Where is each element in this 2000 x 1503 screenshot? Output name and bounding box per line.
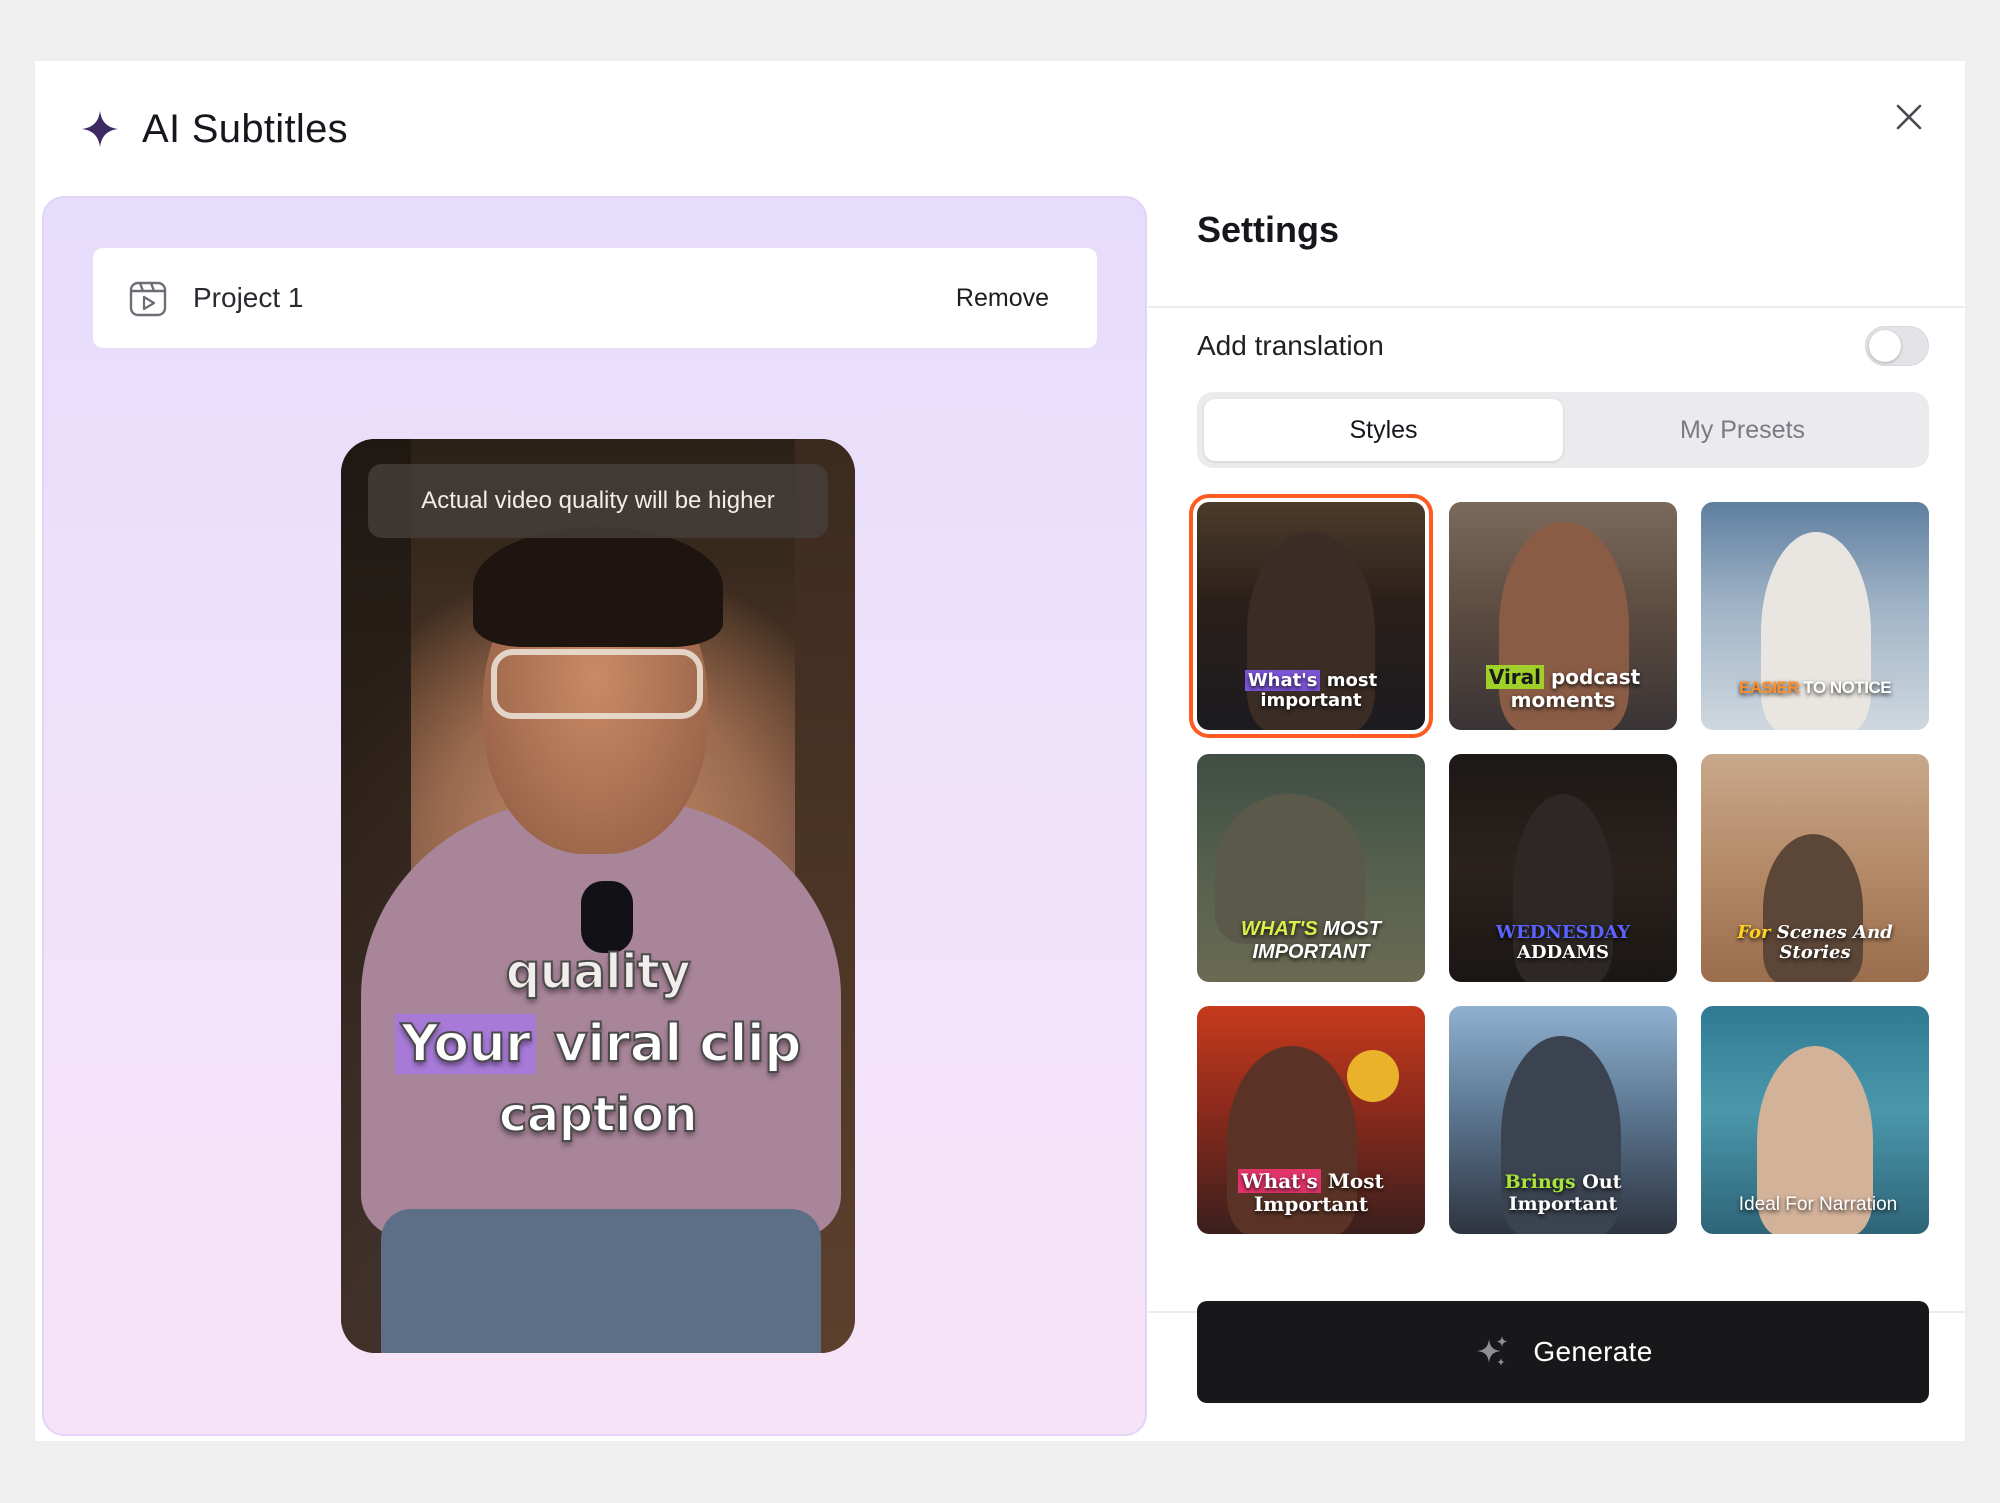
presenter-glasses — [491, 649, 703, 719]
video-file-icon — [129, 281, 167, 317]
caption-line-1: quality — [505, 943, 692, 1001]
style-tile-7[interactable]: What's Most Important — [1197, 1006, 1425, 1234]
sparkle-icon — [82, 111, 118, 147]
style-tile-1[interactable]: What's most important — [1189, 494, 1433, 738]
video-preview[interactable]: Actual video quality will be higher qual… — [341, 439, 855, 1353]
generate-button[interactable]: Generate — [1197, 1301, 1929, 1403]
style-caption: Ideal For Narration — [1738, 1194, 1898, 1216]
style-grid: What's most important Viral podcast mome… — [1189, 494, 1929, 1302]
style-tile-4[interactable]: WHAT'S MOST IMPORTANT — [1197, 754, 1425, 982]
microphone — [581, 881, 633, 953]
skull-emblem-icon — [1347, 1050, 1399, 1102]
tab-my-presets[interactable]: My Presets — [1563, 399, 1922, 461]
tab-styles[interactable]: Styles — [1204, 399, 1563, 461]
divider — [1148, 306, 1965, 308]
style-tile-8[interactable]: Brings Out Important — [1449, 1006, 1677, 1234]
style-caption: WHAT'S MOST IMPORTANT — [1241, 918, 1381, 963]
dialog-header: AI Subtitles — [80, 97, 348, 161]
style-tile-9[interactable]: Ideal For Narration — [1701, 1006, 1929, 1234]
style-tile-5[interactable]: WEDNESDAY ADDAMS — [1449, 754, 1677, 982]
ai-subtitles-dialog: AI Subtitles Project 1 Remove Actual vid… — [35, 61, 1965, 1441]
style-tile-2[interactable]: Viral podcast moments — [1449, 502, 1677, 730]
presenter-hair — [473, 527, 723, 647]
style-caption: For Scenes And Stories — [1737, 921, 1893, 964]
close-button[interactable] — [1885, 93, 1933, 141]
style-tile-6[interactable]: For Scenes And Stories — [1701, 754, 1929, 982]
presenter-jeans — [381, 1209, 821, 1353]
dialog-title: AI Subtitles — [142, 106, 348, 151]
generate-label: Generate — [1533, 1336, 1653, 1367]
project-bar: Project 1 Remove — [93, 248, 1097, 348]
caption-line-2-rest: viral clip — [536, 1013, 803, 1075]
quality-notice: Actual video quality will be higher — [368, 464, 828, 538]
sparkles-icon — [1477, 1336, 1508, 1366]
project-name: Project 1 — [193, 282, 304, 313]
remove-button[interactable]: Remove — [956, 284, 1049, 313]
caption-line-3: caption — [498, 1086, 699, 1144]
style-caption: What's most important — [1197, 669, 1425, 712]
style-tabs: Styles My Presets — [1197, 392, 1929, 468]
style-caption: WEDNESDAY ADDAMS — [1495, 921, 1631, 964]
tile-thumbnail — [1761, 532, 1871, 730]
style-caption: Brings Out Important — [1504, 1171, 1622, 1216]
style-caption: What's Most Important — [1197, 1169, 1425, 1216]
style-caption: Viral podcast moments — [1449, 665, 1677, 712]
preview-panel: Project 1 Remove Actual video quality wi… — [42, 196, 1147, 1436]
caption-highlight-word: Your — [395, 1013, 537, 1075]
style-tile-3[interactable]: EASIER TO NOTICE — [1701, 502, 1929, 730]
toggle-knob — [1869, 330, 1901, 362]
translation-row: Add translation — [1197, 317, 1929, 375]
translation-toggle[interactable] — [1865, 326, 1929, 366]
close-icon — [1896, 104, 1922, 130]
caption-line-2: Your viral clip — [341, 1013, 855, 1075]
style-caption: EASIER TO NOTICE — [1738, 678, 1892, 698]
translation-label: Add translation — [1197, 330, 1384, 361]
settings-title: Settings — [1197, 209, 1340, 250]
